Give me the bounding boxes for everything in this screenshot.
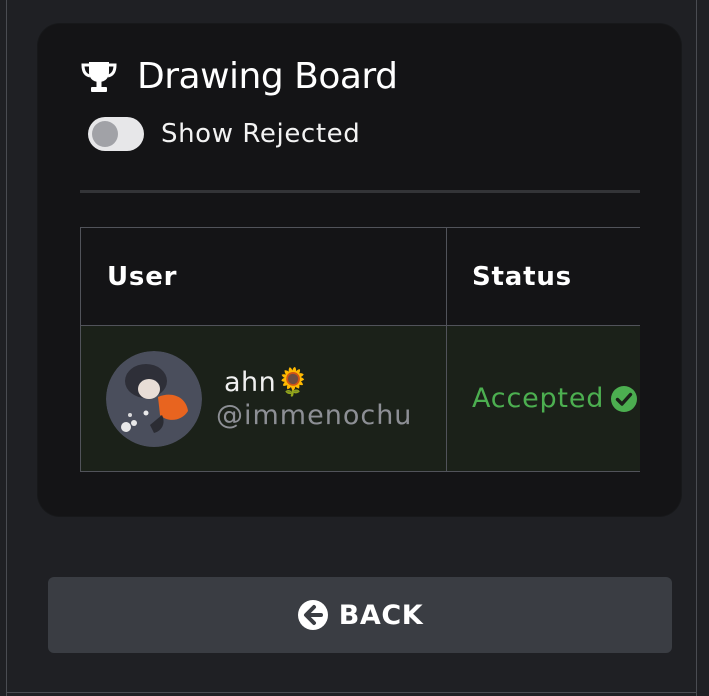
window-edge-left <box>6 0 7 696</box>
column-header-user: User <box>80 227 447 326</box>
user-handle[interactable]: @immenochu <box>216 400 412 431</box>
back-button-label: BACK <box>338 599 424 631</box>
status-cell: Accepted <box>446 325 640 472</box>
arrow-left-circle-icon <box>297 600 328 630</box>
column-header-status: Status <box>446 227 640 326</box>
table-header-row: User Status <box>80 227 640 326</box>
submissions-table-container[interactable]: User Status ahn🌻 @immenochu Accepted <box>80 227 640 475</box>
window-edge-right <box>696 0 697 696</box>
show-rejected-label: Show Rejected <box>161 119 361 149</box>
avatar-image <box>106 350 202 447</box>
table-row: ahn🌻 @immenochu Accepted <box>80 325 640 472</box>
divider <box>80 190 640 193</box>
window-edge-bottom <box>6 692 697 693</box>
board-title: Drawing Board <box>137 56 398 97</box>
check-circle-icon <box>611 385 638 412</box>
board-header: Drawing Board <box>80 56 398 97</box>
user-info: ahn🌻 @immenochu <box>216 366 412 431</box>
user-display-name[interactable]: ahn🌻 <box>216 366 412 398</box>
trophy-icon <box>81 61 117 92</box>
show-rejected-toggle[interactable] <box>88 117 144 151</box>
show-rejected-row: Show Rejected <box>88 117 360 151</box>
status-badge: Accepted <box>472 383 605 414</box>
avatar[interactable] <box>106 350 202 447</box>
submissions-table: User Status ahn🌻 @immenochu Accepted <box>80 227 640 472</box>
user-cell: ahn🌻 @immenochu <box>80 325 447 472</box>
back-button[interactable]: BACK <box>48 577 672 653</box>
toggle-knob <box>92 121 118 147</box>
